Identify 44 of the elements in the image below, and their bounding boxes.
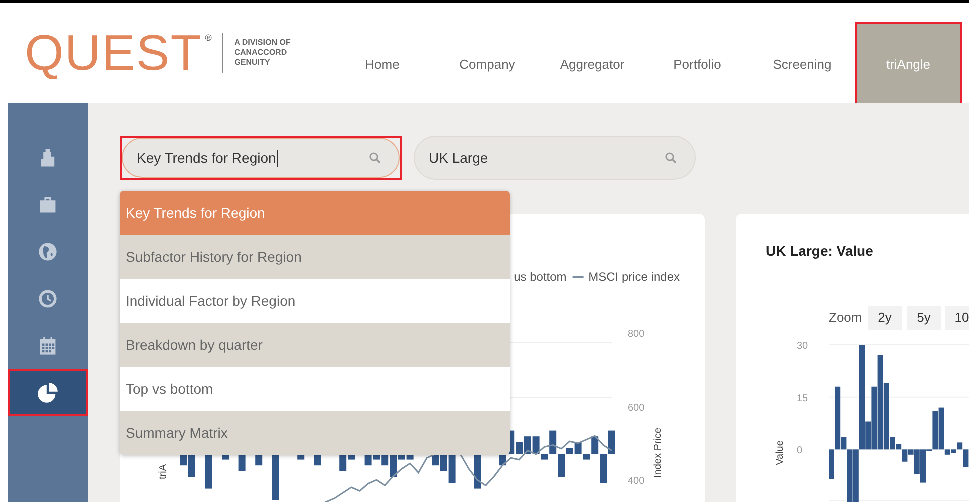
dropdown-item[interactable]: Summary Matrix bbox=[120, 411, 510, 455]
zoom-button[interactable]: 2y bbox=[868, 306, 902, 330]
globe-icon bbox=[37, 240, 59, 262]
axis-title: triA bbox=[158, 464, 169, 480]
axis-tick: 30 bbox=[797, 341, 808, 352]
axis-tick: 15 bbox=[797, 393, 808, 404]
search-field[interactable]: UK Large bbox=[414, 136, 696, 180]
logo-wordmark: QUEST bbox=[25, 28, 202, 78]
chart-bar bbox=[256, 454, 263, 466]
registered-mark: ® bbox=[205, 33, 212, 43]
dropdown-item[interactable]: Individual Factor by Region bbox=[120, 279, 510, 323]
chart-bar bbox=[272, 454, 280, 500]
search-field[interactable]: Key Trends for Region bbox=[122, 138, 400, 178]
chart-bar bbox=[238, 454, 246, 472]
nav-tab[interactable]: Home bbox=[330, 22, 435, 106]
axis-title: Index Price bbox=[653, 428, 664, 478]
sidebar-item[interactable] bbox=[8, 369, 88, 416]
dropdown-item[interactable]: Subfactor History for Region bbox=[120, 235, 510, 279]
legend-label: us bottom bbox=[514, 270, 567, 284]
dropdown-item[interactable]: Breakdown by quarter bbox=[120, 323, 510, 367]
logo-tagline: CANACCORD GENUITY bbox=[234, 48, 288, 68]
nav-tab[interactable]: Portfolio bbox=[645, 22, 750, 106]
axis-tick: 0 bbox=[797, 446, 803, 457]
legend-label: MSCI price index bbox=[588, 270, 680, 284]
axis-tick: 600 bbox=[628, 403, 645, 414]
zoom-label: Zoom bbox=[829, 310, 862, 325]
chart-bar bbox=[314, 454, 322, 466]
search-icon[interactable] bbox=[369, 152, 381, 164]
axis-title: Value bbox=[775, 440, 786, 466]
nav-tab[interactable]: Company bbox=[435, 22, 540, 106]
history-icon bbox=[37, 288, 59, 310]
nav-tab[interactable]: Aggregator bbox=[540, 22, 645, 106]
chart-title: UK Large: Value bbox=[766, 243, 874, 259]
axis-tick: 400 bbox=[628, 476, 645, 487]
logo-tagline: A DIVISION OF bbox=[234, 38, 292, 48]
axis-tick: 800 bbox=[628, 329, 645, 340]
chart-bar bbox=[474, 454, 481, 489]
pie-chart-icon bbox=[37, 382, 59, 404]
zoom-button[interactable]: 5y bbox=[907, 306, 941, 330]
zoom-button[interactable]: 10 bbox=[945, 306, 969, 330]
nav-tab[interactable]: Screening bbox=[750, 22, 855, 106]
chart-bar bbox=[205, 454, 212, 489]
search-icon[interactable] bbox=[665, 152, 677, 164]
dropdown-item[interactable]: Top vs bottom bbox=[120, 367, 510, 411]
